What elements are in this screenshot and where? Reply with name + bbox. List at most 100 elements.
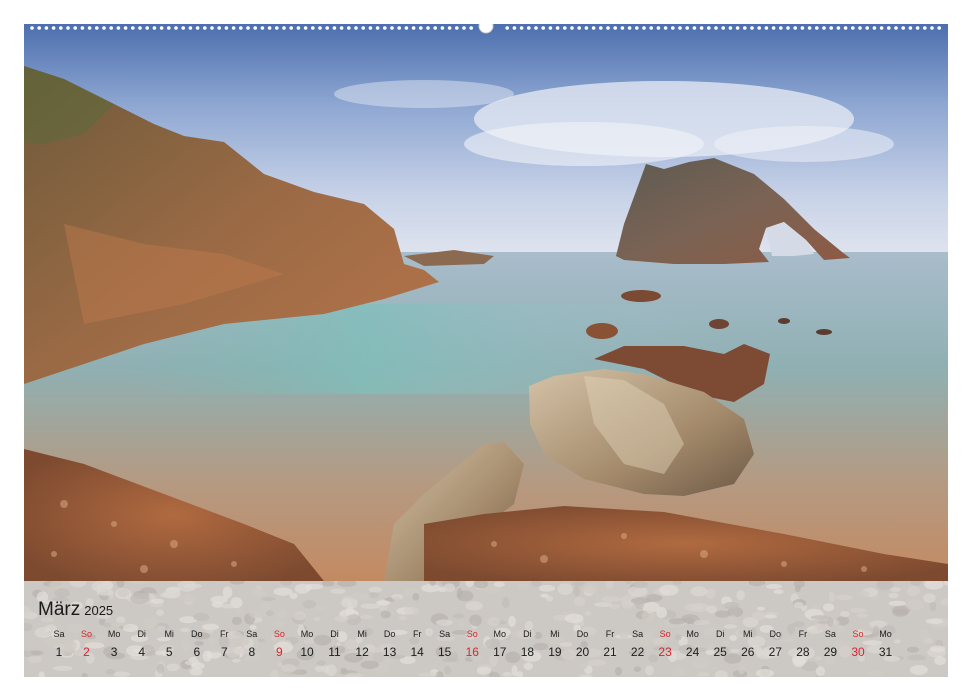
day-cell: So 9 xyxy=(266,628,292,661)
day-number: 27 xyxy=(768,645,782,659)
binding-hole xyxy=(786,26,790,30)
binding-hole xyxy=(771,26,776,30)
day-number: 14 xyxy=(410,645,424,659)
binding-hole xyxy=(793,26,797,30)
binding-hole xyxy=(347,26,351,30)
day-cell: Di 11 xyxy=(322,628,348,661)
day-cell: Di 4 xyxy=(129,628,155,661)
binding-hole xyxy=(159,26,164,30)
binding-hole xyxy=(109,26,113,30)
binding-hole xyxy=(289,26,294,30)
weekday-label: So xyxy=(273,629,285,639)
day-number: 12 xyxy=(355,645,369,659)
day-cell: Sa 15 xyxy=(432,628,458,661)
day-number: 9 xyxy=(276,645,283,659)
day-number: 5 xyxy=(165,645,173,659)
day-number: 22 xyxy=(630,645,645,659)
binding-hole xyxy=(584,26,589,30)
binding-hole xyxy=(174,26,178,30)
day-number: 26 xyxy=(741,645,755,659)
binding-hole xyxy=(534,26,538,30)
calendar-days: Sa 1 So 2 Mo 3 Di 4 Mi 5 Do 6 Fr 7 Sa 8 So 9 Mo 10 Di 11 Mi 12 D… xyxy=(24,628,948,668)
day-cell: Sa 8 xyxy=(239,628,265,661)
binding-hole xyxy=(570,26,574,30)
landscape-photo xyxy=(24,24,948,581)
weekday-label: So xyxy=(852,629,864,639)
binding-hole xyxy=(51,26,56,30)
binding-hole xyxy=(591,26,596,30)
binding-hole xyxy=(937,26,941,30)
weekday-label: Fr xyxy=(798,629,808,639)
day-cell: So 30 xyxy=(845,628,871,661)
binding-hole xyxy=(512,26,517,30)
binding-hole xyxy=(296,26,301,30)
binding-hole xyxy=(390,26,394,30)
binding-hole xyxy=(743,26,747,30)
binding-hole xyxy=(447,26,452,30)
binding-hole xyxy=(923,26,927,30)
binding-hole xyxy=(267,26,272,30)
binding-hole xyxy=(505,26,510,30)
binding-hole xyxy=(210,26,214,30)
day-cell: Di 18 xyxy=(514,628,540,661)
weekday-label: Do xyxy=(383,629,396,639)
binding-hole xyxy=(642,26,646,30)
binding-hole xyxy=(663,26,668,30)
calendar-page: März 2025 Sa 1 So 2 Mo 3 Di 4 Mi 5 Do 6 Fr 7 Sa 8 So 9 Mo 10… xyxy=(0,0,971,700)
binding-hole xyxy=(656,26,661,30)
binding-hole xyxy=(217,26,221,30)
binding-hole xyxy=(339,26,344,30)
day-cell: Mo 31 xyxy=(873,628,899,661)
binding-hole xyxy=(527,26,531,30)
binding-hole xyxy=(843,26,848,30)
weekday-label: Mo xyxy=(107,629,121,639)
binding-hole xyxy=(764,26,769,30)
weekday-label: Mi xyxy=(357,629,367,639)
weekday-label: Mi xyxy=(164,629,174,639)
binding-hole xyxy=(239,26,243,30)
binding-hole xyxy=(59,26,63,30)
day-number: 18 xyxy=(520,645,535,659)
weekday-label: So xyxy=(80,629,92,639)
day-number: 31 xyxy=(878,645,893,659)
day-number: 16 xyxy=(465,645,479,659)
binding-hole xyxy=(73,26,77,30)
binding-hole xyxy=(735,26,740,30)
binding-hole xyxy=(462,26,466,30)
binding-hole xyxy=(721,26,725,30)
binding-hole xyxy=(411,26,416,30)
binding-hole xyxy=(318,26,322,30)
binding-hole xyxy=(282,26,286,30)
binding-hole xyxy=(30,26,34,30)
day-number: 24 xyxy=(685,645,700,659)
binding-hole xyxy=(750,26,754,30)
weekday-label: Sa xyxy=(824,629,836,639)
day-cell: Di 25 xyxy=(707,628,733,661)
binding-hole xyxy=(699,26,704,30)
binding-hole xyxy=(800,26,805,30)
day-number: 30 xyxy=(851,645,865,659)
binding-hole xyxy=(195,26,200,30)
binding-hole xyxy=(246,26,250,30)
weekday-label: Mo xyxy=(879,629,892,639)
binding-hole xyxy=(116,26,121,30)
day-number: 7 xyxy=(220,645,228,659)
binding-hole xyxy=(779,26,783,30)
weekday-label: Mi xyxy=(550,629,560,639)
weekday-label: Do xyxy=(769,629,782,639)
weekday-label: Fr xyxy=(220,629,229,639)
binding-hole xyxy=(397,26,402,30)
binding-hole xyxy=(383,26,387,30)
day-cell: Do 13 xyxy=(377,628,403,661)
binding-hole xyxy=(354,26,358,30)
binding-hole xyxy=(879,26,884,30)
weekday-label: Do xyxy=(191,629,203,639)
day-cell: Mo 3 xyxy=(101,628,127,661)
binding-hole xyxy=(80,26,85,30)
binding-hole xyxy=(404,26,409,30)
binding-hole xyxy=(692,26,697,30)
day-cell: Mi 5 xyxy=(156,628,182,661)
day-cell: Sa 1 xyxy=(46,628,72,661)
day-cell: Fr 7 xyxy=(211,628,237,661)
day-number: 13 xyxy=(382,645,397,659)
